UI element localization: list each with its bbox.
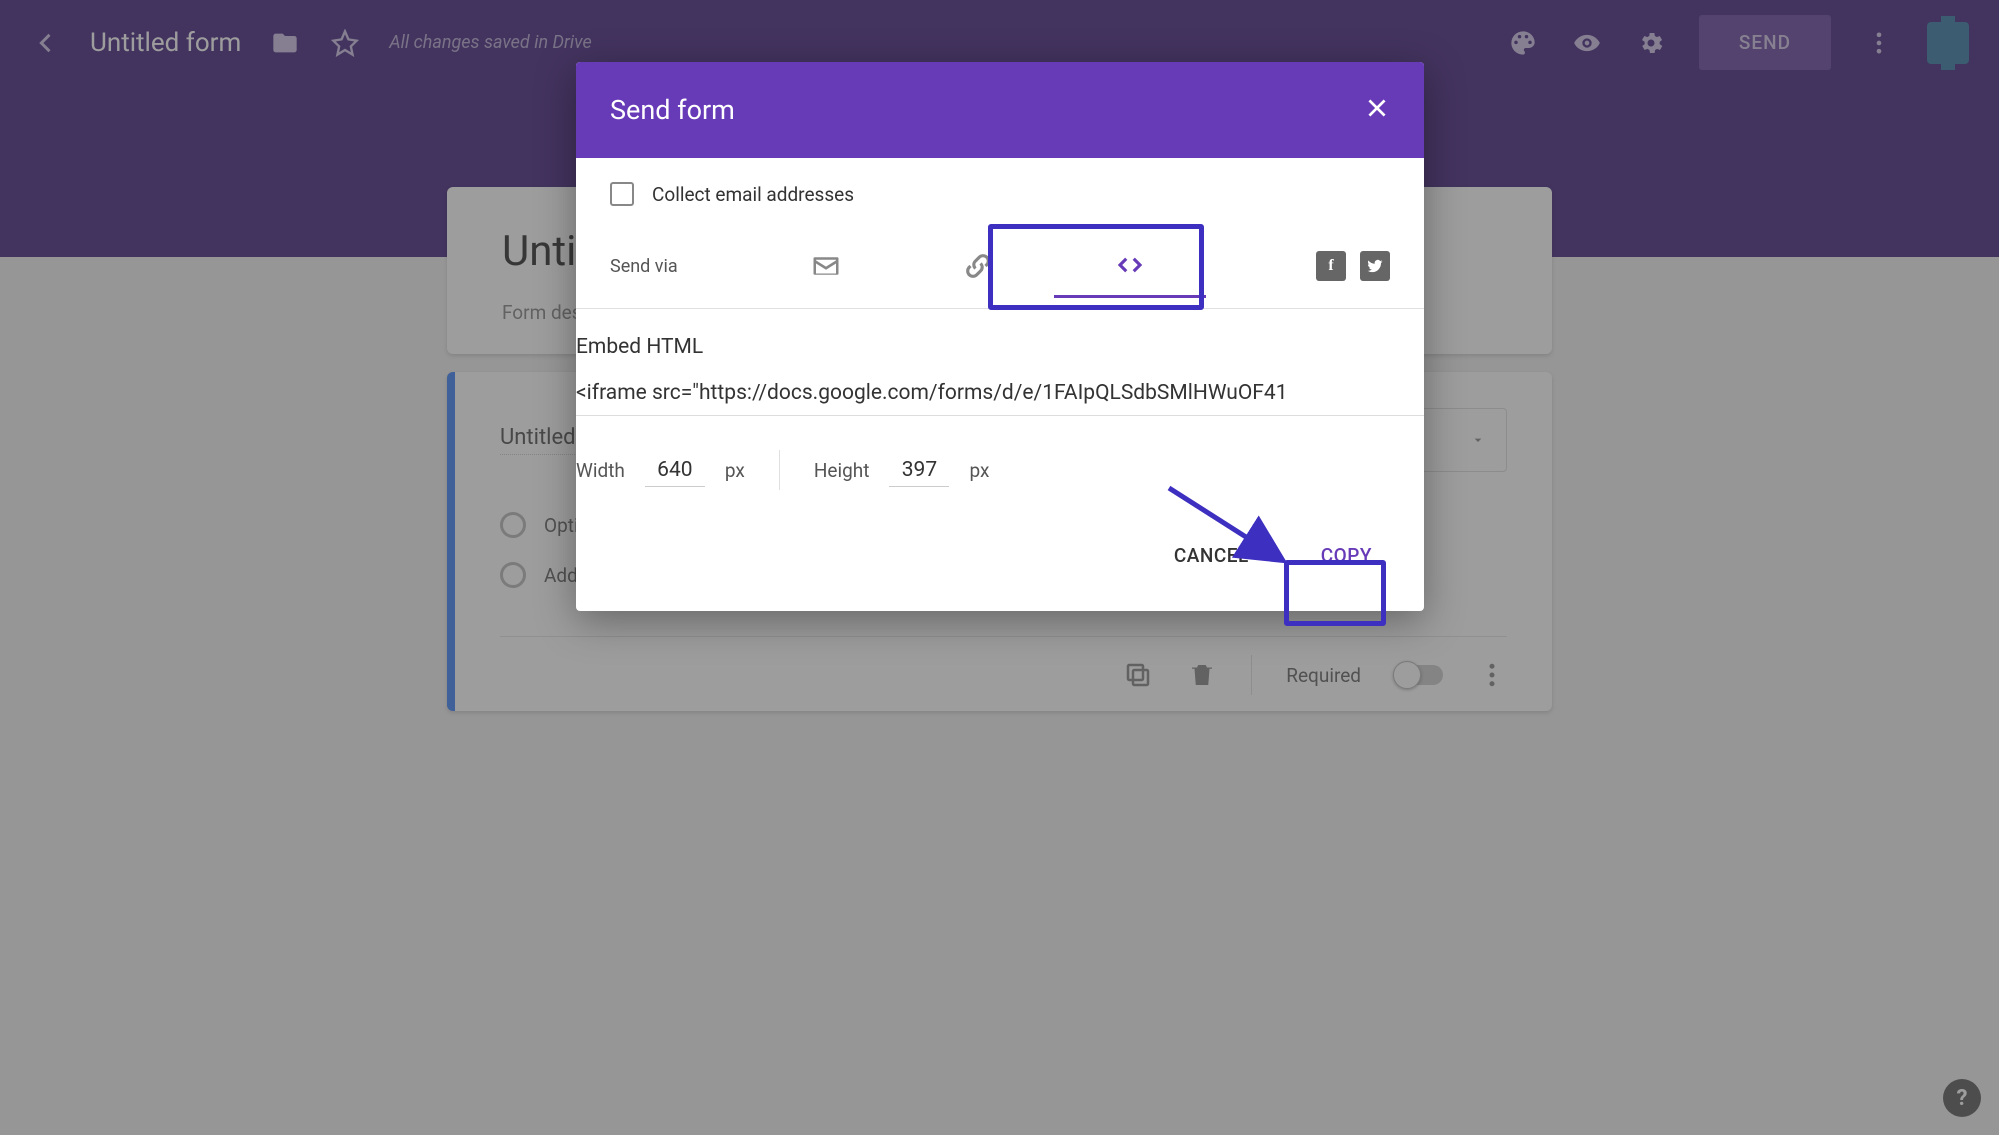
width-input[interactable] <box>645 454 705 487</box>
px-unit: px <box>725 459 745 482</box>
embed-code-field[interactable]: <iframe src="https://docs.google.com/for… <box>576 381 1424 416</box>
dialog-title: Send form <box>610 94 735 126</box>
collect-email-label: Collect email addresses <box>652 183 854 206</box>
embed-html-label: Embed HTML <box>576 335 1424 359</box>
annotation-box-embed-tab <box>988 224 1204 310</box>
twitter-share-icon[interactable] <box>1360 251 1390 281</box>
send-form-dialog: Send form Collect email addresses Send v… <box>576 62 1424 611</box>
close-icon[interactable] <box>1364 95 1390 125</box>
height-input[interactable] <box>889 454 949 487</box>
height-label: Height <box>814 459 870 482</box>
annotation-arrow <box>1164 483 1294 567</box>
send-via-label: Send via <box>610 256 750 277</box>
width-label: Width <box>576 459 625 482</box>
send-via-email-tab[interactable] <box>750 234 902 298</box>
collect-email-row[interactable]: Collect email addresses <box>610 182 1390 206</box>
checkbox-icon[interactable] <box>610 182 634 206</box>
dialog-header: Send form <box>576 62 1424 158</box>
px-unit: px <box>969 459 989 482</box>
email-icon <box>811 251 841 281</box>
dim-separator <box>779 450 780 490</box>
facebook-share-icon[interactable]: f <box>1316 251 1346 281</box>
annotation-box-copy <box>1284 560 1386 626</box>
